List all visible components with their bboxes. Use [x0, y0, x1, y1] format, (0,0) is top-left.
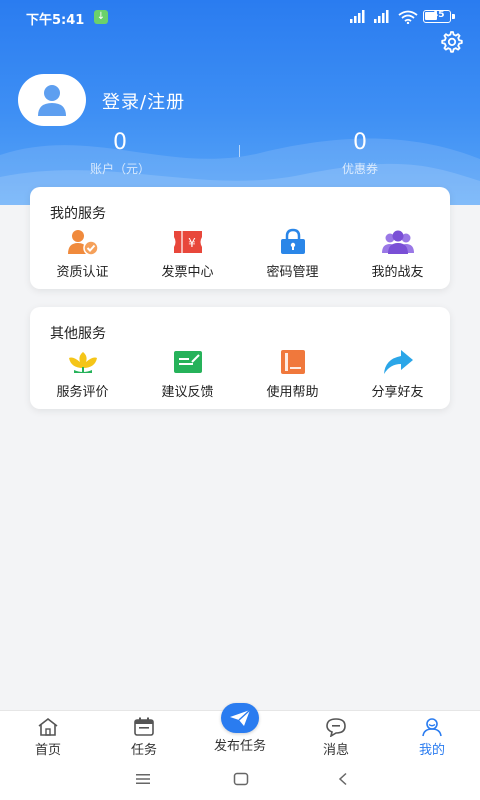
tab-messages[interactable]: 消息 — [288, 711, 384, 759]
other-services-title: 其他服务 — [50, 326, 106, 342]
home-icon — [38, 717, 58, 736]
account-balance-stat[interactable]: 0 账户（元） — [20, 130, 220, 177]
service-label: 服务评价 — [56, 385, 109, 400]
login-register-link[interactable]: 登录/注册 — [102, 88, 185, 114]
user-avatar-icon — [38, 85, 66, 116]
stat-divider — [239, 145, 240, 157]
publish-task-button[interactable] — [221, 703, 259, 733]
menu-lines-icon — [136, 774, 150, 784]
status-time: 下午5:41 — [26, 13, 85, 28]
tab-tasks[interactable]: 任务 — [96, 711, 192, 759]
service-label: 建议反馈 — [161, 385, 214, 400]
service-label: 分享好友 — [371, 385, 424, 400]
coupon-stat[interactable]: 0 优惠券 — [260, 130, 460, 177]
share-arrow-icon — [383, 350, 413, 374]
calendar-task-icon — [134, 717, 154, 736]
chat-bubble-icon — [326, 718, 346, 737]
settings-gear-icon[interactable] — [438, 29, 464, 55]
avatar[interactable] — [18, 74, 86, 126]
my-services-card: 我的服务 资质认证 ¥ 发票中心 密码管理 我的战友 — [30, 187, 450, 289]
back-nav-button[interactable] — [331, 768, 355, 790]
feedback-icon — [173, 351, 202, 373]
lock-icon — [280, 228, 305, 254]
paper-plane-icon — [230, 709, 251, 726]
tab-label: 消息 — [322, 743, 349, 758]
battery-icon: 45 — [423, 10, 451, 23]
service-feedback[interactable]: 建议反馈 — [135, 347, 240, 403]
flower-rating-icon — [68, 352, 97, 373]
tab-label: 首页 — [34, 743, 61, 758]
service-label: 使用帮助 — [266, 385, 319, 400]
service-password-management[interactable]: 密码管理 — [240, 227, 345, 283]
service-invoice-center[interactable]: ¥ 发票中心 — [135, 227, 240, 283]
invoice-icon: ¥ — [173, 231, 202, 253]
service-label: 我的战友 — [371, 265, 424, 280]
wifi-icon — [398, 10, 418, 24]
my-services-title: 我的服务 — [50, 206, 106, 222]
group-users-icon — [381, 230, 414, 254]
coupon-label: 优惠券 — [341, 162, 378, 176]
service-qualification[interactable]: 资质认证 — [30, 227, 135, 283]
account-balance-label: 账户（元） — [89, 162, 150, 176]
service-label: 发票中心 — [161, 265, 214, 280]
profile-icon — [422, 718, 442, 737]
recent-apps-button[interactable] — [131, 768, 155, 790]
tab-me[interactable]: 我的 — [384, 711, 480, 759]
svg-text:¥: ¥ — [188, 236, 196, 250]
signal-icon — [350, 10, 365, 23]
service-my-comrades[interactable]: 我的战友 — [345, 227, 450, 283]
service-share-friends[interactable]: 分享好友 — [345, 347, 450, 403]
service-help[interactable]: 使用帮助 — [240, 347, 345, 403]
service-label: 密码管理 — [266, 265, 319, 280]
coupon-value: 0 — [353, 130, 367, 155]
signal-icon-2 — [374, 10, 389, 23]
system-nav-bar — [0, 758, 480, 800]
status-bar: 下午5:41 ↓ 45 — [0, 0, 480, 34]
tab-home[interactable]: 首页 — [0, 711, 96, 759]
service-label: 资质认证 — [56, 265, 109, 280]
help-book-icon — [280, 350, 305, 374]
other-services-card: 其他服务 服务评价 建议反馈 使用帮助 分享好友 — [30, 307, 450, 409]
certificate-user-icon — [67, 230, 99, 256]
back-chevron-icon — [338, 772, 347, 786]
battery-level: 45 — [432, 10, 445, 20]
tab-label: 我的 — [418, 743, 445, 758]
account-balance-value: 0 — [113, 130, 127, 155]
publish-task-label[interactable]: 发布任务 — [196, 735, 284, 754]
service-rating[interactable]: 服务评价 — [30, 347, 135, 403]
download-icon: ↓ — [94, 10, 108, 24]
home-nav-button[interactable] — [229, 768, 253, 790]
square-icon — [233, 772, 249, 786]
tab-label: 任务 — [130, 743, 157, 758]
